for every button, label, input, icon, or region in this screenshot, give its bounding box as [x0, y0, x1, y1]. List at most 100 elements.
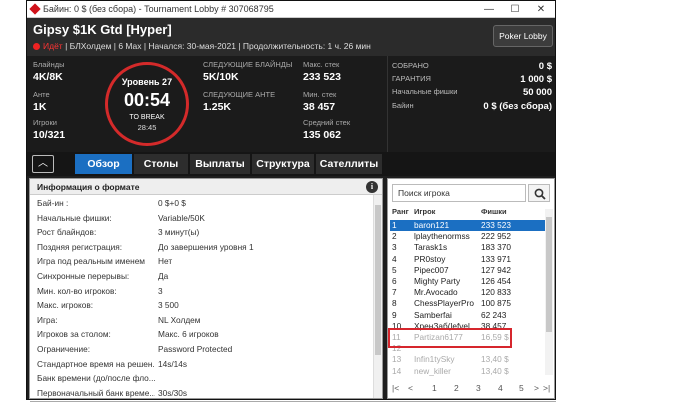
players-label: Игроки — [33, 118, 57, 127]
format-info-value: Макс. 6 игроков — [158, 329, 219, 340]
to-break-value: 28:45 — [137, 123, 157, 132]
format-info-key: Поздняя регистрация: — [37, 241, 123, 252]
player-chips: 13,40 $ — [481, 354, 509, 365]
player-row[interactable]: 6 Mighty Party 126 454 — [390, 276, 545, 287]
player-rank: 4 — [392, 253, 397, 264]
tournament-details: | БЛХолдем | 6 Max | Начался: 30-мая-202… — [65, 41, 371, 51]
player-header[interactable]: Игрок — [414, 207, 435, 216]
tournament-info: Идёт | БЛХолдем | 6 Max | Начался: 30-ма… — [33, 41, 371, 51]
format-info-value: 3 — [158, 285, 163, 296]
player-name: Mighty Party — [414, 276, 461, 286]
last-page-button[interactable]: >| — [543, 383, 550, 393]
minimize-button[interactable]: — — [479, 1, 499, 18]
tab-satellites[interactable]: Сателлиты — [316, 154, 382, 174]
format-info-row: Бай-ин : 0 $+0 $ — [30, 198, 370, 213]
tab-tables[interactable]: Столы — [134, 154, 188, 174]
player-name: Pipec007 — [414, 264, 449, 275]
format-info-key: Мин. кол-во игроков: — [37, 285, 117, 296]
payout-row: Начальные фишки 50 000 — [388, 87, 555, 99]
maximize-button[interactable]: ☐ — [505, 1, 525, 18]
player-name: Samberfai — [414, 309, 452, 320]
info-icon[interactable]: i — [366, 181, 378, 193]
search-icon — [534, 188, 546, 200]
collapse-button[interactable]: ︿ — [32, 155, 54, 173]
title-bar: Байин: 0 $ (без сбора) - Tournament Lobb… — [27, 1, 555, 18]
format-info-value: NL Холдем — [158, 314, 201, 325]
prev-page-button[interactable]: < — [408, 383, 413, 393]
rank-header[interactable]: Ранг — [392, 207, 409, 216]
player-rank: 3 — [392, 242, 397, 253]
format-info-value: Нет — [158, 256, 173, 267]
player-name: Tarask1s — [414, 242, 448, 253]
chips-header[interactable]: Фишки — [481, 207, 507, 216]
avg-stack-label: Средний стек — [303, 118, 351, 127]
format-info-key: Начальные фишки: — [37, 212, 112, 223]
player-chips: 183 370 — [481, 242, 511, 253]
player-row[interactable]: 9 Samberfai 62 243 — [390, 310, 545, 321]
player-chips: 133 971 — [481, 253, 511, 264]
next-ante-label: СЛЕДУЮЩИЕ АНТЕ — [203, 90, 276, 99]
page-1[interactable]: 1 — [432, 383, 437, 393]
format-info-value: 0 $+0 $ — [158, 198, 186, 208]
page-4[interactable]: 4 — [498, 383, 503, 393]
player-name: new_killer — [414, 365, 451, 376]
player-chips: 126 454 — [481, 276, 511, 286]
player-rank: 6 — [392, 276, 397, 286]
payout-label: СОБРАНО — [392, 61, 429, 70]
player-search-input[interactable]: Поиск игрока — [392, 184, 526, 202]
player-name: baron121 — [414, 220, 450, 230]
tab-overview[interactable]: Обзор — [75, 154, 132, 174]
player-rank: 13 — [392, 354, 402, 365]
max-stack-label: Макс. стек — [303, 60, 340, 69]
max-stack-value: 233 523 — [303, 71, 341, 83]
format-info-value: Password Protected — [158, 344, 233, 354]
format-info-row: Первоначальный банк време... 30s/30s — [30, 388, 370, 399]
format-info-row: Макс. игроков: 3 500 — [30, 300, 370, 315]
player-row[interactable]: 13 Infin1tySky 13,40 $ — [390, 354, 545, 365]
format-info-row: Мин. кол-во игроков: 3 — [30, 286, 370, 301]
highlight-box — [388, 328, 512, 348]
format-info-scrollbar[interactable] — [373, 195, 382, 398]
format-info-value: Variable/50K — [158, 212, 205, 223]
player-row[interactable]: 2 lplaythenormss 222 952 — [390, 231, 545, 242]
tournament-header: Gipsy $1K Gtd [Hyper] Идёт | БЛХолдем | … — [27, 18, 555, 56]
blinds-value: 4K/8K — [33, 71, 63, 83]
player-row[interactable]: 4 PR0stoy 133 971 — [390, 254, 545, 265]
next-page-button[interactable]: > — [534, 383, 539, 393]
player-row[interactable]: 5 Pipec007 127 942 — [390, 265, 545, 276]
player-chips: 100 875 — [481, 298, 511, 309]
format-info-row: Игра: NL Холдем — [30, 315, 370, 330]
format-info-value: 14s/14s — [158, 358, 188, 369]
players-panel: Поиск игрока Ранг Игрок Фишки 1 baron121 2… — [387, 178, 555, 399]
format-info-key: Синхронные перерывы: — [37, 271, 130, 281]
next-blinds-value: 5K/10K — [203, 71, 239, 83]
tournament-name: Gipsy $1K Gtd [Hyper] — [33, 22, 172, 37]
format-info-key: Рост блайндов: — [37, 227, 97, 238]
format-info-row: Игроков за столом: Макс. 6 игроков — [30, 329, 370, 344]
player-row[interactable]: 14 new_killer 13,40 $ — [390, 366, 545, 377]
player-row[interactable]: 8 ChessPlayerPro 100 875 — [390, 298, 545, 309]
player-row[interactable]: 7 Mr.Avocado 120 833 — [390, 287, 545, 298]
tab-structure[interactable]: Структура — [252, 154, 314, 174]
tab-payouts[interactable]: Выплаты — [190, 154, 250, 174]
pagination: |< < 1 2 3 4 5 > >| — [388, 380, 554, 398]
first-page-button[interactable]: |< — [392, 383, 399, 393]
payout-row: СОБРАНО 0 $ — [388, 61, 555, 73]
payout-label: Байин — [392, 101, 414, 110]
player-row[interactable]: 3 Tarask1s 183 370 — [390, 242, 545, 253]
close-button[interactable]: ✕ — [531, 1, 551, 18]
page-3[interactable]: 3 — [476, 383, 481, 393]
format-info-row: Рост блайндов: 3 минут(ы) — [30, 227, 370, 242]
player-name: lplaythenormss — [414, 231, 470, 242]
format-info-key: Стандартное время на решен... — [37, 358, 155, 369]
player-chips: 127 942 — [481, 264, 511, 275]
player-list-scrollbar[interactable] — [545, 209, 553, 375]
page-5[interactable]: 5 — [519, 383, 524, 393]
search-button[interactable] — [528, 184, 550, 202]
poker-lobby-button[interactable]: Poker Lobby — [493, 25, 553, 47]
tab-bar: ︿ Обзор Столы Выплаты Структура Сателлит… — [27, 152, 555, 176]
payout-row: ГАРАНТИЯ 1 000 $ — [388, 74, 555, 86]
page-2[interactable]: 2 — [454, 383, 459, 393]
player-row[interactable]: 1 baron121 233 523 — [390, 220, 545, 232]
divider — [30, 401, 556, 402]
